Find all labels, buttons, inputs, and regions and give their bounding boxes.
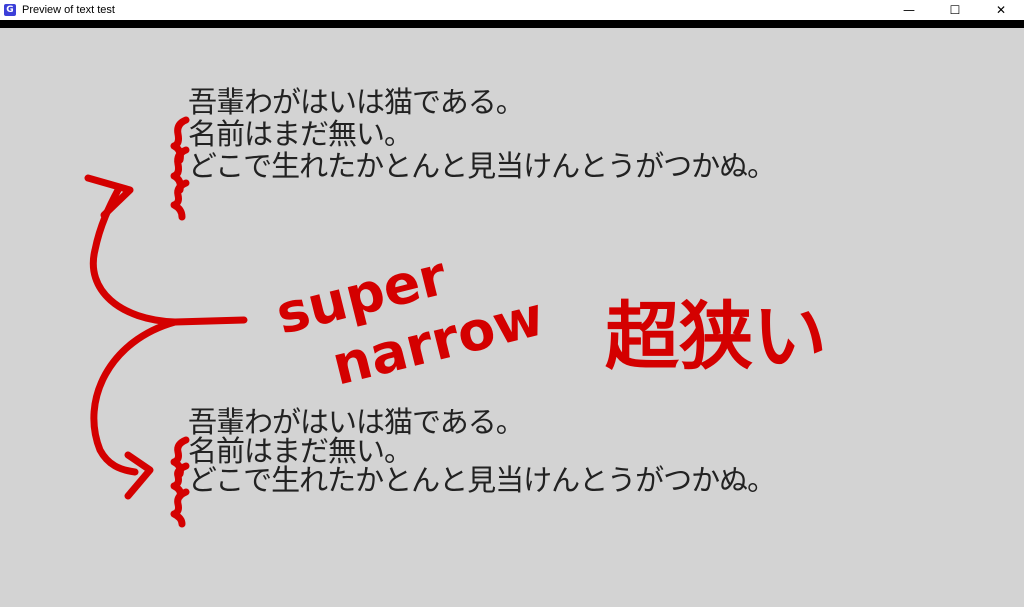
window-title: Preview of text test: [22, 4, 115, 16]
text-line: 名前はまだ無い。: [188, 117, 413, 151]
close-button[interactable]: ✕: [978, 0, 1024, 20]
menu-strip: [0, 20, 1024, 28]
text-block-normal: 吾輩わがはいは猫である。 名前はまだ無い。 どこで生れたかとんと見当けんとうがつ…: [188, 85, 776, 183]
text-block-narrow: 吾輩わがはいは猫である。 名前はまだ無い。 どこで生れたかとんと見当けんとうがつ…: [188, 405, 776, 497]
app-icon: G: [4, 4, 16, 16]
text-line: 名前はまだ無い。: [188, 434, 413, 468]
text-line: どこで生れたかとんと見当けんとうがつかぬ。: [188, 463, 776, 497]
maximize-button[interactable]: ☐: [932, 0, 978, 20]
window-controls: — ☐ ✕: [886, 0, 1024, 20]
text-line: 吾輩わがはいは猫である。: [188, 405, 525, 439]
text-line: 吾輩わがはいは猫である。: [188, 85, 525, 119]
window-titlebar: G Preview of text test — ☐ ✕: [0, 0, 1024, 20]
minimize-button[interactable]: —: [886, 0, 932, 20]
text-line: どこで生れたかとんと見当けんとうがつかぬ。: [188, 149, 776, 183]
